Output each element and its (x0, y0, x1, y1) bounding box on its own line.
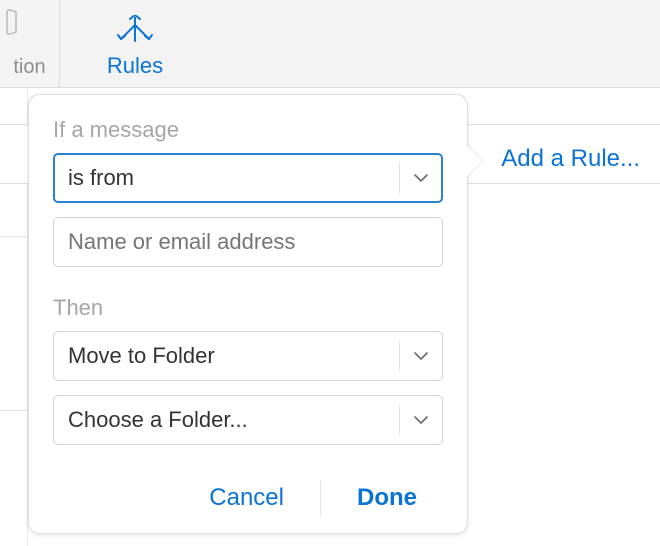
action-select-value: Move to Folder (68, 343, 215, 369)
action-select[interactable]: Move to Folder (53, 331, 443, 381)
folder-select-value: Choose a Folder... (68, 407, 248, 433)
done-button[interactable]: Done (331, 476, 443, 520)
condition-select[interactable]: is from (53, 153, 443, 203)
rules-icon (112, 15, 158, 49)
toolbar-item-prev-truncated[interactable]: tion (0, 0, 60, 87)
address-input[interactable] (53, 217, 443, 267)
then-section-label: Then (53, 295, 443, 321)
address-input-wrap (53, 217, 443, 267)
toolbar-tab-rules[interactable]: Rules (60, 0, 210, 87)
footer-divider (320, 480, 321, 516)
toolbar-item-prev-label: tion (13, 56, 45, 79)
toolbar-tab-rules-label: Rules (107, 53, 163, 79)
plane-icon (6, 6, 32, 38)
if-section-label: If a message (53, 117, 443, 143)
condition-select-value: is from (68, 165, 134, 191)
add-rule-link[interactable]: Add a Rule... (501, 145, 640, 173)
toolbar: tion Rules (0, 0, 660, 88)
popover-footer: Cancel Done (29, 469, 467, 533)
folder-select[interactable]: Choose a Folder... (53, 395, 443, 445)
cancel-button[interactable]: Cancel (183, 476, 310, 520)
rule-editor-popover: If a message is from Then Move to Folder (28, 94, 468, 534)
